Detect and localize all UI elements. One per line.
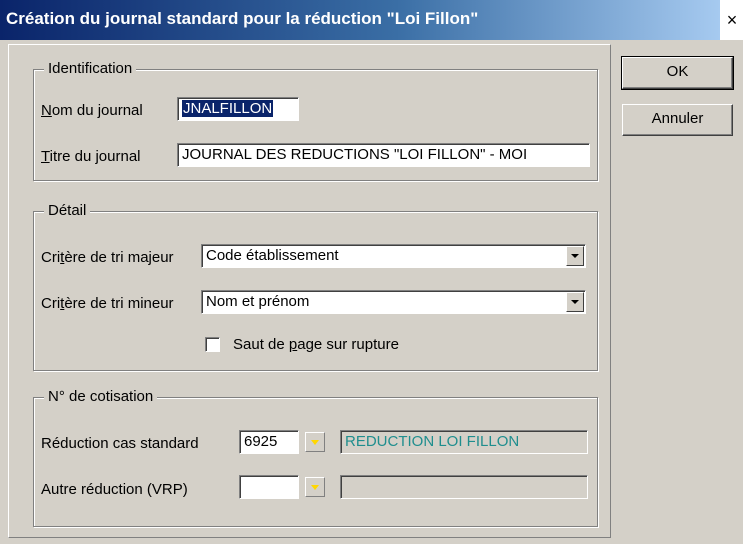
critere-majeur-value: Code établissement <box>206 247 339 264</box>
autre-reduction-code-input[interactable] <box>239 475 299 499</box>
close-icon[interactable]: × <box>722 10 742 30</box>
cotisation-group: N° de cotisation <box>33 388 598 527</box>
window-title: Création du journal standard pour la réd… <box>6 9 479 28</box>
chevron-down-icon[interactable] <box>566 246 584 266</box>
nom-journal-input[interactable]: JNALFILLON <box>177 97 299 121</box>
reduction-standard-code-input[interactable]: 6925 <box>239 430 299 454</box>
title-bar: Création du journal standard pour la réd… <box>0 0 743 40</box>
reduction-standard-lookup-button[interactable] <box>305 432 325 452</box>
autre-reduction-description <box>340 475 588 499</box>
chevron-down-icon[interactable] <box>566 292 584 312</box>
ok-button[interactable]: OK <box>621 56 734 90</box>
identification-legend: Identification <box>44 60 137 77</box>
cancel-button[interactable]: Annuler <box>622 104 733 136</box>
title-bar-gradient: Création du journal standard pour la réd… <box>0 0 720 40</box>
reduction-standard-label: Réduction cas standard <box>41 435 199 452</box>
saut-page-label: Saut de page sur rupture <box>233 336 399 353</box>
critere-mineur-value: Nom et prénom <box>206 293 310 310</box>
critere-mineur-label: Critère de tri mineur <box>41 295 174 312</box>
titre-journal-input[interactable]: JOURNAL DES REDUCTIONS "LOI FILLON" - MO… <box>177 143 590 167</box>
detail-legend: Détail <box>44 202 91 219</box>
autre-reduction-lookup-button[interactable] <box>305 477 325 497</box>
reduction-standard-description: REDUCTION LOI FILLON <box>340 430 588 454</box>
saut-page-checkbox[interactable] <box>205 337 220 352</box>
critere-majeur-label: Critère de tri majeur <box>41 249 174 266</box>
main-panel: Identification Nom du journal JNALFILLON… <box>8 44 611 538</box>
cotisation-legend: N° de cotisation <box>44 388 158 405</box>
critere-majeur-select[interactable]: Code établissement <box>201 244 586 268</box>
titre-journal-label: Titre du journal <box>41 148 141 165</box>
dialog-body: Identification Nom du journal JNALFILLON… <box>0 40 743 544</box>
critere-mineur-select[interactable]: Nom et prénom <box>201 290 586 314</box>
nom-journal-label: Nom du journal <box>41 102 143 119</box>
autre-reduction-label: Autre réduction (VRP) <box>41 481 188 498</box>
nom-journal-value: JNALFILLON <box>182 100 274 117</box>
